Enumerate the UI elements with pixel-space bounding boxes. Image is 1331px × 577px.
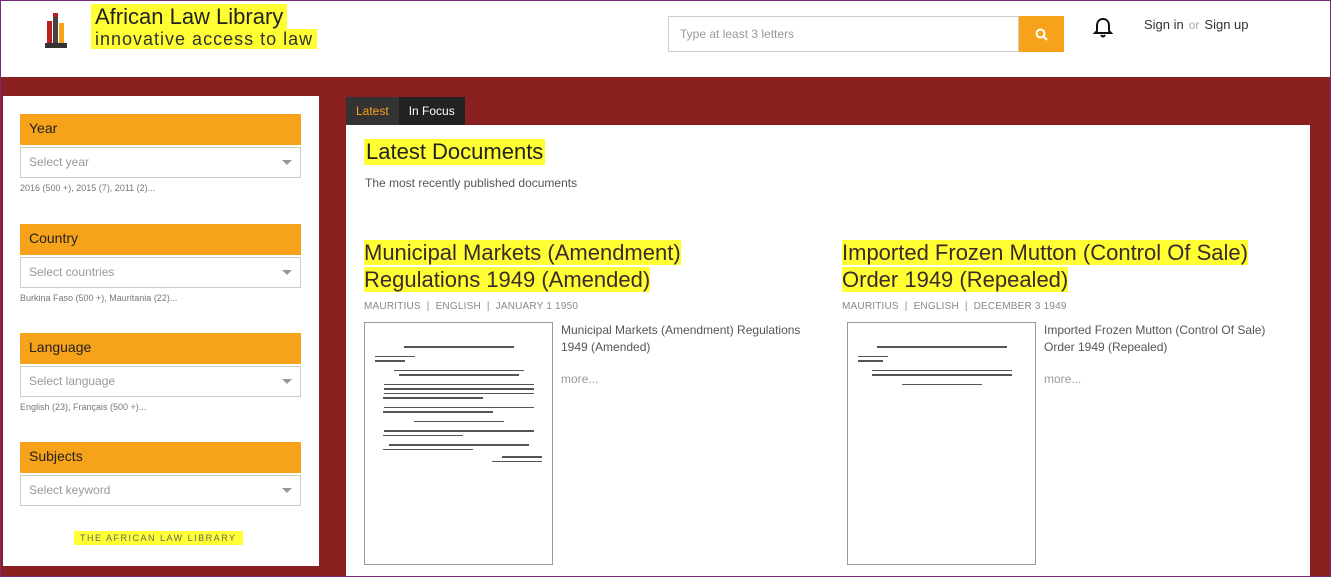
sign-up-link[interactable]: Sign up [1204,17,1248,32]
or-separator: or [1188,18,1200,32]
document-language: ENGLISH [435,301,481,312]
document-meta: MAURITIUS | ENGLISH | DECEMBER 3 1949 [842,301,1262,312]
filter-country: Country Select countries Burkina Faso (5… [20,224,301,303]
language-select[interactable]: Select language [20,366,301,397]
page-description: The most recently published documents [365,176,578,190]
search-input[interactable] [668,16,1019,52]
subjects-select[interactable]: Select keyword [20,475,301,506]
notification-bell-icon[interactable] [1093,17,1113,39]
document-country: MAURITIUS [842,301,899,312]
filter-sidebar: Year Select year 2016 (500 +), 2015 (7),… [3,96,319,566]
country-select[interactable]: Select countries [20,257,301,288]
library-logo-icon[interactable] [43,13,69,49]
site-tagline: innovative access to law [91,29,318,49]
filter-subjects-label: Subjects [20,442,301,473]
tab-in-focus[interactable]: In Focus [399,97,465,125]
document-language: ENGLISH [913,301,959,312]
chevron-down-icon [282,488,292,493]
document-date: JANUARY 1 1950 [495,301,579,312]
document-title-line: Regulations 1949 (Amended) [364,267,651,292]
document-summary: Imported Frozen Mutton (Control Of Sale)… [1044,323,1266,354]
document-title-line: Municipal Markets (Amendment) [364,240,681,265]
chevron-down-icon [282,270,292,275]
search-button[interactable] [1019,16,1064,52]
content-tabs: Latest In Focus [346,97,465,125]
document-country: MAURITIUS [364,301,421,312]
document-thumbnail[interactable] [364,322,553,565]
filter-language-label: Language [20,333,301,364]
more-link[interactable]: more... [561,372,598,386]
meta-separator: | [486,301,490,312]
filter-year: Year Select year 2016 (500 +), 2015 (7),… [20,114,301,193]
document-date: DECEMBER 3 1949 [973,301,1067,312]
subjects-select-placeholder: Select keyword [29,483,111,497]
language-select-placeholder: Select language [29,374,116,388]
chevron-down-icon [282,379,292,384]
filter-subjects: Subjects Select keyword [20,442,301,506]
year-select-placeholder: Select year [29,155,90,169]
country-counts: Burkina Faso (500 +), Mauritania (22)... [20,293,178,303]
document-title-line: Imported Frozen Mutton (Control Of Sale) [842,240,1248,265]
page-title: Latest Documents [364,139,546,165]
country-select-placeholder: Select countries [29,265,115,279]
site-title[interactable]: African Law Library [91,4,288,29]
filter-country-label: Country [20,224,301,255]
document-card: Imported Frozen Mutton (Control Of Sale)… [842,239,1265,565]
year-select[interactable]: Select year [20,147,301,178]
document-title-link[interactable]: Imported Frozen Mutton (Control Of Sale)… [842,239,1262,293]
document-title-line: Order 1949 (Repealed) [842,267,1069,292]
document-summary: Municipal Markets (Amendment) Regulation… [561,323,801,354]
language-counts: English (23), Français (500 +)... [20,402,147,412]
meta-separator: | [904,301,908,312]
header: African Law Library innovative access to… [1,1,1330,77]
main-content: Latest Documents The most recently publi… [346,125,1310,577]
document-title-link[interactable]: Municipal Markets (Amendment) Regulation… [364,239,784,293]
more-link[interactable]: more... [1044,372,1081,386]
filter-year-label: Year [20,114,301,145]
meta-separator: | [964,301,968,312]
auth-links: Sign in or Sign up [1144,17,1249,32]
sidebar-footer-brand[interactable]: THE AFRICAN LAW LIBRARY [74,531,243,545]
sign-in-link[interactable]: Sign in [1144,17,1184,32]
filter-language: Language Select language English (23), F… [20,333,301,412]
year-counts: 2016 (500 +), 2015 (7), 2011 (2)... [20,183,156,193]
tab-latest[interactable]: Latest [346,97,399,125]
meta-separator: | [426,301,430,312]
search-icon [1035,28,1048,41]
document-thumbnail[interactable] [847,322,1036,565]
document-card: Municipal Markets (Amendment) Regulation… [364,239,800,565]
chevron-down-icon [282,160,292,165]
document-meta: MAURITIUS | ENGLISH | JANUARY 1 1950 [364,301,784,312]
